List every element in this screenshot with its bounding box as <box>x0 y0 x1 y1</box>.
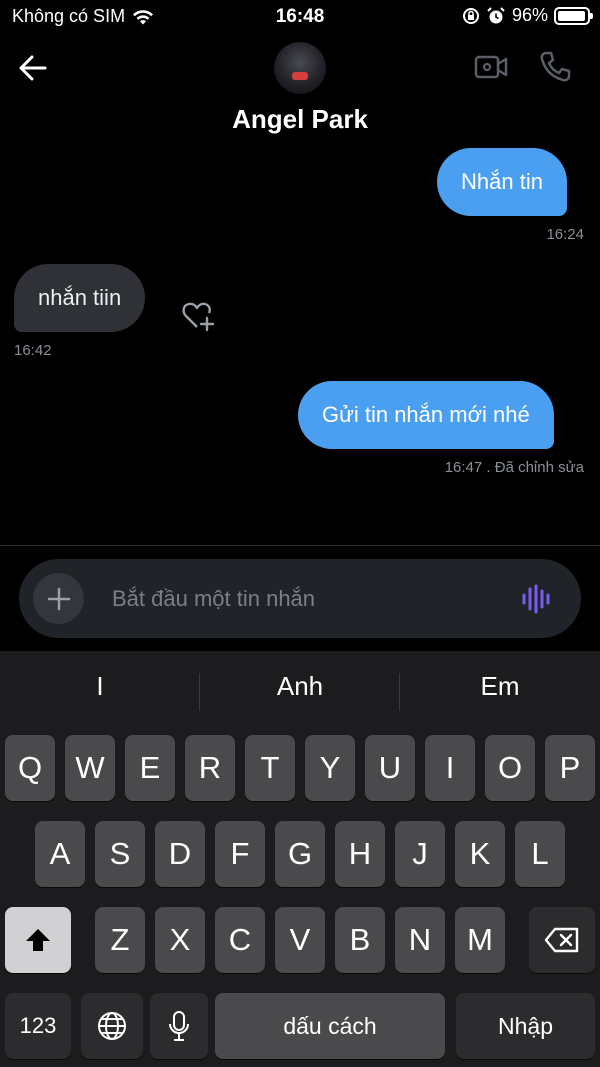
battery-fill <box>558 10 585 21</box>
key-y[interactable]: Y <box>305 735 355 801</box>
avatar-bow <box>292 72 308 80</box>
space-key[interactable]: dấu cách <box>215 993 445 1059</box>
message-bubble-outgoing[interactable]: Nhắn tin <box>437 148 567 216</box>
key-v[interactable]: V <box>275 907 325 973</box>
add-attachment-button[interactable] <box>33 573 84 624</box>
microphone-icon <box>169 1011 189 1041</box>
key-q[interactable]: Q <box>5 735 55 801</box>
back-arrow-icon[interactable] <box>14 48 54 88</box>
shift-arrow-icon <box>26 929 50 951</box>
key-x[interactable]: X <box>155 907 205 973</box>
video-call-icon[interactable] <box>472 48 510 86</box>
message-bubble-incoming[interactable]: nhắn tiin <box>14 264 146 332</box>
backspace-icon <box>544 927 579 953</box>
avatar[interactable] <box>274 42 326 94</box>
key-s[interactable]: S <box>95 821 145 887</box>
key-z[interactable]: Z <box>95 907 145 973</box>
battery-percent: 96% <box>511 5 548 25</box>
backspace-key[interactable] <box>529 907 595 973</box>
key-b[interactable]: B <box>335 907 385 973</box>
key-k[interactable]: K <box>455 821 505 887</box>
key-i[interactable]: I <box>425 735 475 801</box>
message-timestamp-edited: 16:47 . Đã chỉnh sửa <box>444 459 584 476</box>
orientation-lock-icon <box>462 7 479 24</box>
suggestion-item[interactable]: Anh <box>200 671 400 702</box>
key-w[interactable]: W <box>65 735 115 801</box>
alarm-icon <box>487 6 505 23</box>
return-key[interactable]: Nhập <box>456 993 595 1059</box>
key-a[interactable]: A <box>35 821 85 887</box>
message-bubble-outgoing[interactable]: Gửi tin nhắn mới nhé <box>298 381 554 449</box>
key-t[interactable]: T <box>245 735 295 801</box>
numbers-key[interactable]: 123 <box>5 993 71 1059</box>
key-f[interactable]: F <box>215 821 265 887</box>
message-composer <box>19 559 581 638</box>
key-e[interactable]: E <box>125 735 175 801</box>
message-text: nhắn tiin <box>38 285 122 310</box>
key-r[interactable]: R <box>185 735 235 801</box>
keyboard: I Anh Em Q W E R T Y U I O P A S D F G H… <box>0 651 600 1067</box>
contact-name[interactable]: Angel Park <box>0 104 600 135</box>
shift-key[interactable] <box>5 907 71 973</box>
phone-call-icon[interactable] <box>536 48 574 86</box>
status-bar: Không có SIM 16:48 96% <box>0 0 600 34</box>
plus-icon <box>47 587 70 610</box>
suggestion-item[interactable]: Em <box>400 671 600 702</box>
voice-message-icon[interactable] <box>521 584 553 614</box>
globe-icon <box>98 1012 126 1040</box>
message-input[interactable] <box>112 581 492 617</box>
key-l[interactable]: L <box>515 821 565 887</box>
key-p[interactable]: P <box>545 735 595 801</box>
message-text: Nhắn tin <box>461 169 543 194</box>
key-c[interactable]: C <box>215 907 265 973</box>
suggestion-bar: I Anh Em <box>0 651 600 731</box>
key-j[interactable]: J <box>395 821 445 887</box>
globe-key[interactable] <box>81 993 143 1059</box>
key-h[interactable]: H <box>335 821 385 887</box>
message-text: Gửi tin nhắn mới nhé <box>322 402 530 427</box>
dictation-key[interactable] <box>150 993 208 1059</box>
key-d[interactable]: D <box>155 821 205 887</box>
key-n[interactable]: N <box>395 907 445 973</box>
key-m[interactable]: M <box>455 907 505 973</box>
status-right: 96% <box>462 5 593 26</box>
key-o[interactable]: O <box>485 735 535 801</box>
battery-icon <box>554 6 593 25</box>
key-u[interactable]: U <box>365 735 415 801</box>
message-timestamp: 16:24 <box>546 226 584 243</box>
divider <box>0 545 600 546</box>
key-g[interactable]: G <box>275 821 325 887</box>
suggestion-item[interactable]: I <box>0 671 200 702</box>
message-timestamp: 16:42 <box>14 342 52 359</box>
react-heart-plus-icon[interactable] <box>181 300 217 332</box>
